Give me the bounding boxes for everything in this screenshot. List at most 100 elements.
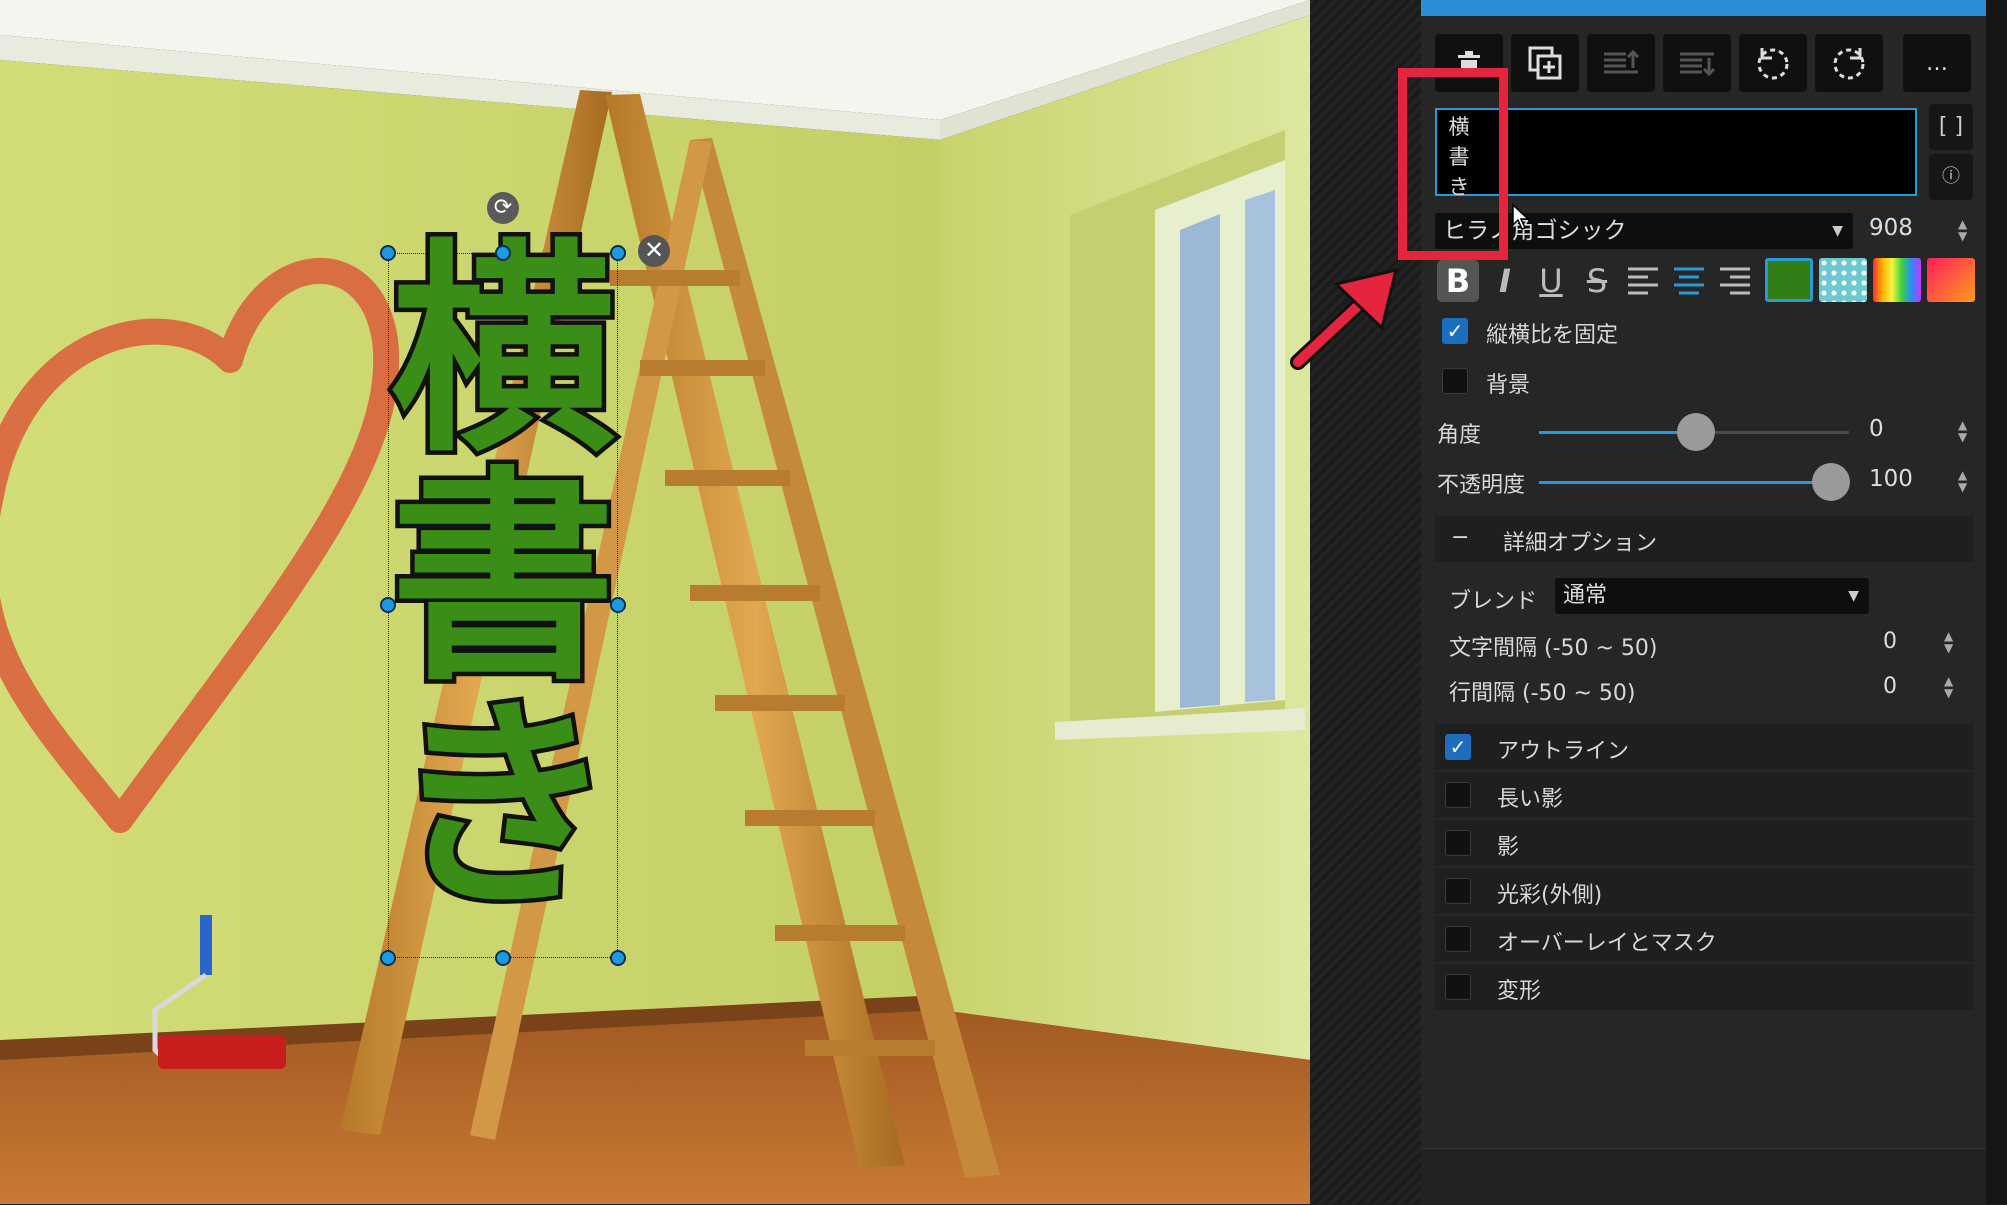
outer-glow-checkbox[interactable]: [1445, 878, 1471, 904]
angle-label: 角度: [1437, 423, 1482, 448]
effect-row-long-shadow[interactable]: 長い影: [1435, 772, 1973, 818]
opacity-stepper[interactable]: ▲ ▼: [1958, 469, 1967, 493]
angle-slider[interactable]: [1539, 413, 1849, 451]
text-char-1: 横: [386, 221, 620, 483]
rotate-right-button[interactable]: [1815, 34, 1883, 92]
letter-spacing-label: 文字間隔 (-50 ~ 50): [1449, 636, 1658, 661]
letter-spacing-stepper[interactable]: ▲ ▼: [1944, 630, 1953, 654]
text-char-2: 書: [386, 449, 620, 711]
font-size-stepper[interactable]: ▲ ▼: [1958, 218, 1967, 242]
text-char-3: き: [386, 677, 620, 939]
room-photo: [0, 0, 1310, 1204]
resize-handle-bm[interactable]: [495, 950, 511, 966]
shadow-checkbox[interactable]: [1445, 830, 1471, 856]
texture-swatch[interactable]: [1819, 258, 1867, 302]
align-center-icon: [1674, 267, 1704, 295]
resize-handle-tl[interactable]: [380, 245, 396, 261]
advanced-options-header[interactable]: − 詳細オプション: [1435, 516, 1973, 562]
fill-color-swatch[interactable]: [1765, 258, 1813, 302]
angle-stepper[interactable]: ▲ ▼: [1958, 419, 1967, 443]
rotate-icon[interactable]: ⟳: [487, 192, 519, 224]
resize-handle-tr[interactable]: [610, 245, 626, 261]
bring-forward-button[interactable]: [1587, 34, 1655, 92]
opacity-slider-fill: [1539, 481, 1831, 484]
bring-forward-icon: [1604, 49, 1640, 74]
overlay-mask-label: オーバーレイとマスク: [1497, 931, 1717, 956]
transform-checkbox[interactable]: [1445, 974, 1471, 1000]
background-label: 背景: [1486, 373, 1531, 398]
outline-label: アウトライン: [1497, 739, 1630, 764]
info-icon[interactable]: ⓘ: [1929, 154, 1973, 200]
rainbow-gradient-swatch[interactable]: [1873, 258, 1921, 302]
underline-button[interactable]: U: [1529, 260, 1573, 302]
rotate-left-button[interactable]: [1739, 34, 1807, 92]
long-shadow-checkbox[interactable]: [1445, 782, 1471, 808]
pink-gradient-swatch[interactable]: [1927, 258, 1975, 302]
duplicate-button[interactable]: [1511, 34, 1579, 92]
lock-ratio-label: 縦横比を固定: [1486, 323, 1619, 348]
vertical-text-content[interactable]: 横 書 き: [368, 221, 638, 939]
image-canvas[interactable]: 横 書 き ⟳ ✕: [0, 0, 1310, 1204]
blend-label: ブレンド: [1449, 589, 1538, 614]
font-size-value[interactable]: 908: [1869, 215, 1913, 241]
resize-handle-bl[interactable]: [380, 950, 396, 966]
blend-mode-value: 通常: [1563, 583, 1608, 608]
outer-glow-label: 光彩(外側): [1497, 883, 1603, 908]
letter-spacing-value[interactable]: 0: [1883, 629, 1897, 654]
opacity-slider-knob[interactable]: [1812, 463, 1850, 501]
effect-row-outer-glow[interactable]: 光彩(外側): [1435, 868, 1973, 914]
background-checkbox[interactable]: [1442, 368, 1468, 394]
align-left-button[interactable]: [1621, 260, 1665, 302]
effect-row-shadow[interactable]: 影: [1435, 820, 1973, 866]
strikethrough-button[interactable]: S: [1575, 260, 1619, 302]
blend-mode-select[interactable]: 通常 ▼: [1555, 578, 1869, 614]
rotate-left-icon: [1757, 48, 1789, 80]
long-shadow-label: 長い影: [1497, 787, 1564, 812]
more-button[interactable]: …: [1903, 34, 1971, 92]
send-backward-button[interactable]: [1663, 34, 1731, 92]
chevron-down-icon: ▼: [1848, 588, 1859, 604]
mouse-cursor-icon: [1512, 203, 1530, 230]
align-right-button[interactable]: [1713, 260, 1757, 302]
align-right-icon: [1720, 267, 1750, 295]
annotation-highlight-box: [1398, 68, 1508, 260]
angle-slider-fill: [1539, 431, 1694, 434]
line-spacing-value[interactable]: 0: [1883, 674, 1897, 699]
resize-handle-mr[interactable]: [610, 597, 626, 613]
advanced-options-title: 詳細オプション: [1503, 531, 1658, 556]
annotation-arrow-icon: [1290, 267, 1399, 370]
send-backward-icon: [1680, 52, 1716, 77]
vertical-text-layer[interactable]: 横 書 き ⟳ ✕: [380, 192, 670, 966]
transform-label: 変形: [1497, 979, 1542, 1004]
angle-value[interactable]: 0: [1869, 416, 1884, 442]
lock-ratio-checkbox[interactable]: ✓: [1442, 318, 1468, 344]
opacity-label: 不透明度: [1437, 473, 1526, 498]
align-left-icon: [1628, 267, 1658, 295]
opacity-slider[interactable]: [1539, 463, 1850, 501]
line-spacing-label: 行間隔 (-50 ~ 50): [1449, 681, 1636, 706]
opacity-value[interactable]: 100: [1869, 466, 1913, 492]
bracket-button[interactable]: [ ]: [1929, 104, 1973, 150]
overlay-mask-checkbox[interactable]: [1445, 926, 1471, 952]
panel-footer: [1421, 1148, 1986, 1205]
angle-slider-knob[interactable]: [1677, 413, 1715, 451]
resize-handle-ml[interactable]: [380, 597, 396, 613]
effect-row-outline[interactable]: ✓ アウトライン: [1435, 724, 1973, 770]
more-icon: …: [1926, 50, 1948, 76]
bold-button[interactable]: B: [1437, 260, 1479, 302]
delete-icon[interactable]: ✕: [638, 235, 670, 267]
resize-handle-br[interactable]: [610, 950, 626, 966]
effect-row-overlay-mask[interactable]: オーバーレイとマスク: [1435, 916, 1973, 962]
effect-row-transform[interactable]: 変形: [1435, 964, 1973, 1010]
italic-button[interactable]: I: [1483, 260, 1527, 302]
chevron-down-icon: ▼: [1832, 223, 1843, 239]
align-center-button[interactable]: [1667, 260, 1711, 302]
shadow-label: 影: [1497, 835, 1520, 860]
line-spacing-stepper[interactable]: ▲ ▼: [1944, 675, 1953, 699]
duplicate-icon: [1528, 46, 1562, 80]
collapse-icon: −: [1451, 525, 1470, 550]
window-edge: [1986, 0, 2007, 1204]
outline-checkbox[interactable]: ✓: [1445, 734, 1471, 760]
resize-handle-tm[interactable]: [495, 245, 511, 261]
rotate-right-icon: [1833, 48, 1865, 80]
